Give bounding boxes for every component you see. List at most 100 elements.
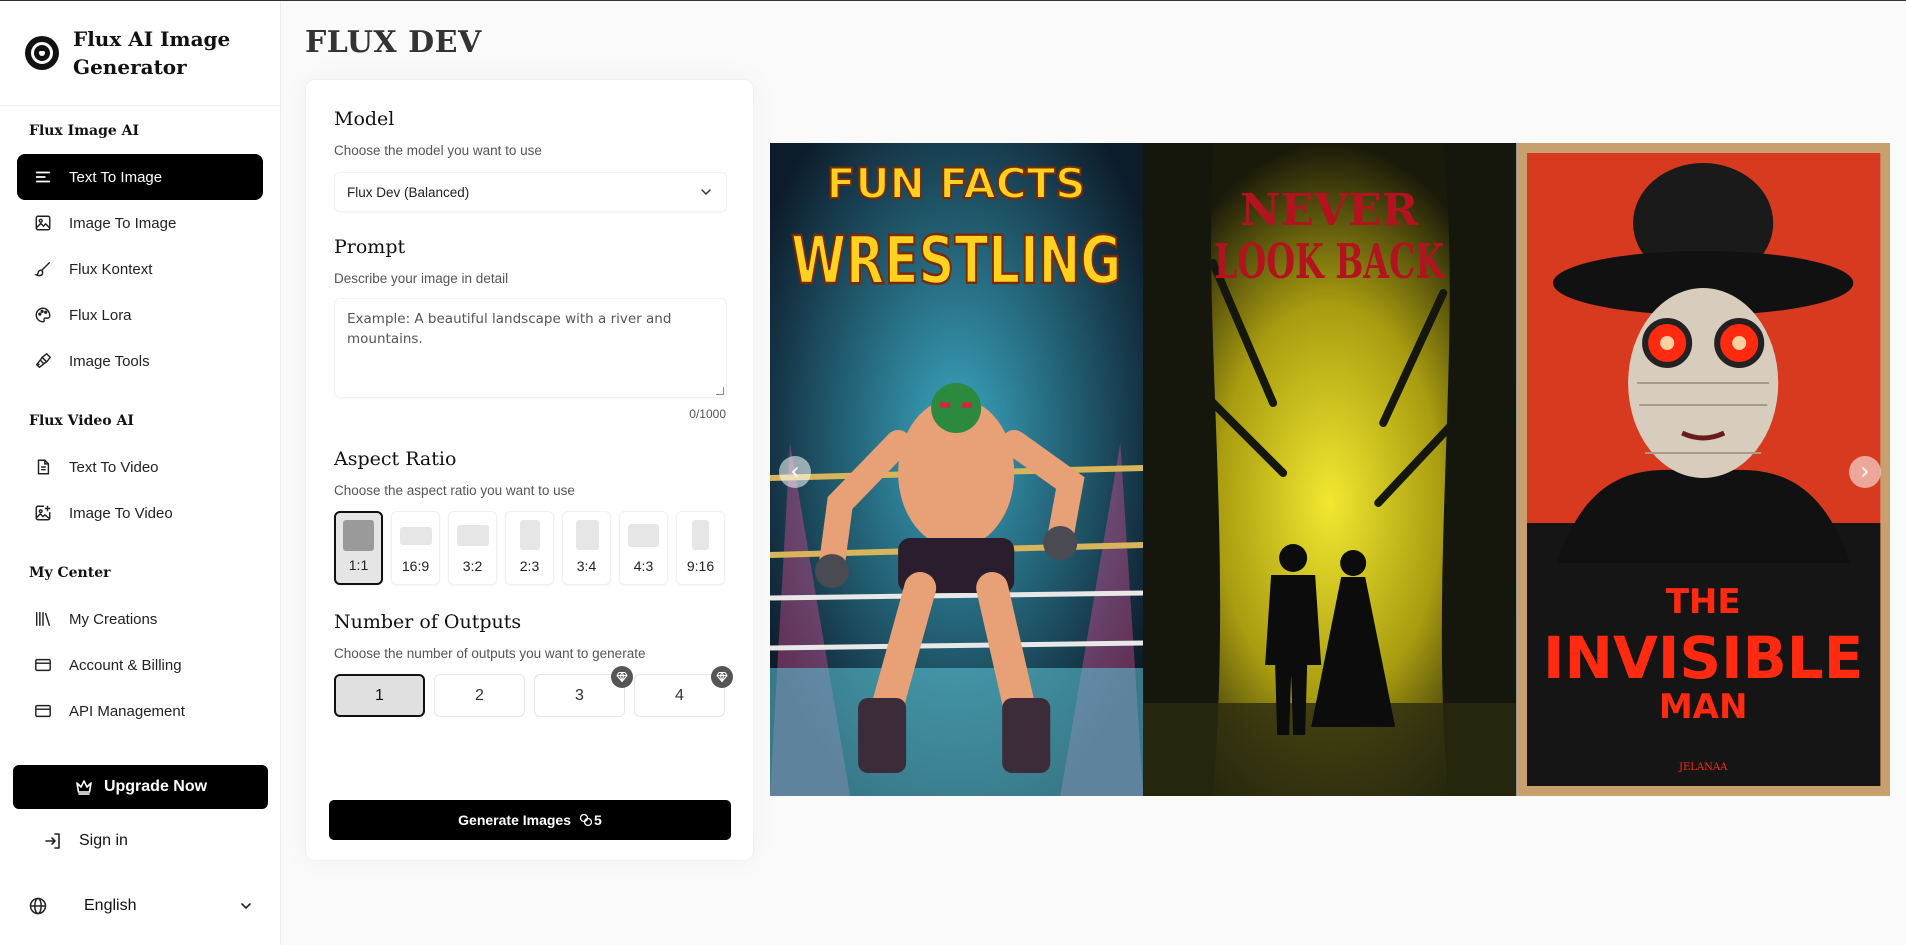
sidebar-item-label: Image Tools (69, 352, 150, 370)
sidebar-item-label: Text To Image (69, 168, 163, 186)
aspect-label: 2:3 (519, 558, 540, 574)
model-desc: Choose the model you want to use (334, 143, 542, 158)
sidebar-item-label: Image To Video (69, 504, 173, 522)
poster-invisible-man-line1: THE (1665, 582, 1740, 622)
poster-never-look-back-line2: LOOK BACK (1214, 234, 1446, 290)
prompt-desc: Describe your image in detail (334, 271, 509, 286)
sidebar-item-image-to-video[interactable]: Image To Video (17, 490, 263, 536)
crown-icon (76, 780, 92, 795)
poster-never-look-back[interactable]: NEVER LOOK BACK (1143, 143, 1517, 796)
library-icon (33, 609, 53, 629)
sidebar-item-image-tools[interactable]: Image Tools (17, 338, 263, 384)
poster-invisible-man[interactable]: THE INVISIBLE MAN JELANAA (1516, 143, 1890, 796)
sign-in-link[interactable]: Sign in (43, 831, 128, 851)
poster-invisible-man-footer: JELANAA (1678, 762, 1728, 773)
output-option-3[interactable]: 3 (534, 666, 633, 717)
output-label: 1 (375, 686, 384, 704)
gem-icon (611, 666, 633, 688)
aspect-label: 3:4 (576, 558, 597, 574)
coins-icon (579, 813, 593, 827)
poster-never-look-back-line1: NEVER (1240, 185, 1419, 236)
globe-icon (29, 897, 47, 915)
ratio-shape (520, 520, 540, 550)
sidebar-item-label: API Management (69, 702, 185, 720)
sidebar-item-flux-lora[interactable]: Flux Lora (17, 292, 263, 338)
ratio-shape (343, 520, 374, 551)
chevron-down-icon (241, 903, 251, 910)
poster-never-look-back-art: NEVER LOOK BACK (1143, 143, 1517, 796)
brand-title: Flux AI Image Generator (73, 27, 231, 79)
image-icon (33, 213, 53, 233)
ratio-shape (457, 525, 489, 546)
sidebar-item-label: Image To Image (69, 214, 177, 232)
section-title-video: Flux Video AI (29, 413, 134, 429)
sidebar-item-label: Flux Lora (69, 306, 132, 324)
aspect-option-9-16[interactable]: 9:16 (676, 511, 725, 585)
aspect-label: 3:2 (462, 558, 483, 574)
aspect-option-2-3[interactable]: 2:3 (505, 511, 554, 585)
sidebar-item-flux-kontext[interactable]: Flux Kontext (17, 246, 263, 292)
palette-icon (33, 305, 53, 325)
output-label: 2 (475, 686, 484, 704)
aspect-desc: Choose the aspect ratio you want to use (334, 483, 575, 498)
gem-icon (711, 666, 733, 688)
brand[interactable]: Flux AI Image Generator (0, 1, 280, 106)
output-option-2[interactable]: 2 (434, 674, 525, 717)
poster-wrestling[interactable]: FUN FACTS WRESTLING (770, 143, 1144, 796)
carousel-prev-button[interactable] (779, 456, 811, 488)
image-plus-icon (33, 503, 53, 523)
language-select[interactable]: English (28, 896, 253, 916)
card-icon (33, 701, 53, 721)
upgrade-label: Upgrade Now (103, 778, 208, 795)
aspect-title: Aspect Ratio (334, 448, 457, 470)
output-option-4[interactable]: 4 (634, 666, 733, 717)
aspect-option-4-3[interactable]: 4:3 (619, 511, 668, 585)
outputs-desc: Choose the number of outputs you want to… (334, 646, 646, 661)
sidebar-item-api-management[interactable]: API Management (17, 688, 263, 734)
sidebar-item-text-to-video[interactable]: Text To Video (17, 444, 263, 490)
output-label: 4 (675, 686, 684, 704)
aspect-option-1-1[interactable]: 1:1 (334, 511, 383, 585)
prompt-title: Prompt (334, 236, 406, 258)
section-title-image: Flux Image AI (29, 123, 140, 139)
generate-label: Generate Images (458, 812, 572, 828)
aspect-option-16-9[interactable]: 16:9 (391, 511, 440, 585)
sidebar-item-image-to-image[interactable]: Image To Image (17, 200, 263, 246)
aspect-option-3-2[interactable]: 3:2 (448, 511, 497, 585)
ratio-shape (628, 524, 659, 547)
model-select[interactable]: Flux Dev (Balanced) (334, 172, 727, 212)
output-count-options: 1 2 3 4 (334, 666, 733, 717)
sidebar-item-text-to-image[interactable]: Text To Image (17, 154, 263, 200)
chevron-left-icon (791, 467, 798, 477)
poster-wrestling-line1: FUN FACTS (827, 159, 1086, 208)
poster-wrestling-art: FUN FACTS WRESTLING (770, 143, 1144, 796)
output-option-1[interactable]: 1 (334, 674, 425, 717)
ratio-shape (692, 520, 709, 550)
lines-icon (33, 167, 53, 187)
generate-button[interactable]: Generate Images 5 (329, 800, 731, 840)
sidebar-item-label: My Creations (69, 610, 158, 628)
ratio-shape (400, 527, 432, 545)
generate-cost: 5 (594, 812, 602, 828)
chevron-down-icon (701, 189, 711, 196)
prompt-input[interactable]: Example: A beautiful landscape with a ri… (334, 298, 727, 398)
sign-in-label: Sign in (79, 832, 128, 849)
logo-icon (25, 36, 59, 70)
aspect-label: 1:1 (348, 557, 369, 573)
resize-handle[interactable] (716, 387, 724, 395)
sidebar-item-label: Account & Billing (69, 656, 182, 674)
poster-wrestling-line2: WRESTLING (791, 222, 1121, 299)
example-carousel: FUN FACTS WRESTLING NEVER LOOK BACK THE … (770, 143, 1890, 796)
page-title: FLUX DEV (305, 25, 482, 60)
model-value: Flux Dev (Balanced) (347, 184, 470, 200)
ratio-shape (576, 520, 599, 550)
outputs-title: Number of Outputs (334, 611, 522, 633)
carousel-next-button[interactable] (1849, 456, 1881, 488)
card-icon (33, 655, 53, 675)
aspect-option-3-4[interactable]: 3:4 (562, 511, 611, 585)
aspect-ratio-options: 1:1 16:9 3:2 2:3 3:4 4:3 9:16 (334, 511, 725, 585)
model-title: Model (334, 108, 395, 130)
upgrade-button[interactable]: Upgrade Now (13, 765, 268, 809)
sidebar-item-my-creations[interactable]: My Creations (17, 596, 263, 642)
sidebar-item-account-billing[interactable]: Account & Billing (17, 642, 263, 688)
